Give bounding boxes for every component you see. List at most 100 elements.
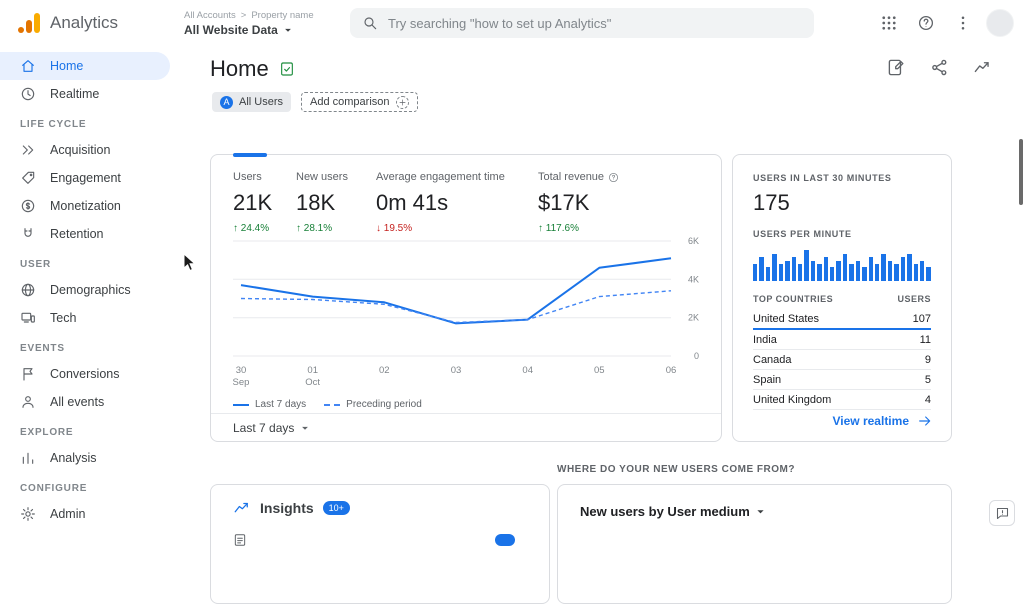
comparison-chips: A All Users Add comparison — [212, 92, 418, 112]
users-per-minute-bar — [791, 257, 796, 281]
users-per-minute-bar — [830, 267, 835, 281]
country-row[interactable]: Spain 5 — [753, 370, 931, 390]
metric-users[interactable]: Users 21K ↑ 24.4% — [233, 171, 296, 234]
user-avatar[interactable] — [986, 9, 1014, 37]
metric-label: Average engagement time — [376, 171, 505, 183]
insights-count-badge: 10+ — [322, 501, 350, 515]
sidebar-item-admin[interactable]: Admin — [0, 500, 170, 528]
sidebar-item-conversions[interactable]: Conversions — [0, 360, 170, 388]
sidebar-item-label: Retention — [50, 227, 104, 241]
svg-text:Sep: Sep — [233, 377, 249, 388]
share-icon[interactable] — [930, 58, 949, 77]
search-input[interactable] — [388, 15, 802, 31]
sidebar-item-monetization[interactable]: Monetization — [0, 192, 170, 220]
svg-text:30: 30 — [236, 365, 247, 376]
sidebar-item-label: Home — [50, 59, 84, 73]
insight-list-item[interactable] — [233, 533, 527, 547]
metrics-row: Users 21K ↑ 24.4% New users 18K ↑ 28.1% … — [233, 171, 619, 234]
metric-value: 21K — [233, 190, 273, 215]
legend-last-7-days: Last 7 days — [233, 399, 306, 410]
analytics-logo[interactable]: Analytics — [0, 13, 184, 33]
users-per-minute-bar — [926, 267, 931, 281]
property-selector[interactable]: All Website Data — [184, 23, 314, 37]
svg-text:2K: 2K — [688, 313, 699, 323]
insight-item-icon — [234, 534, 246, 546]
logo-mid-bar — [26, 20, 32, 33]
sidebar-item-engagement[interactable]: Engagement — [0, 164, 170, 192]
sidebar-item-label: Conversions — [50, 367, 120, 381]
metric-new-users[interactable]: New users 18K ↑ 28.1% — [296, 171, 376, 234]
sidebar-section-label: USER — [20, 259, 51, 270]
new-users-card: New users by User medium — [557, 484, 952, 604]
users-per-minute-label: USERS PER MINUTE — [753, 229, 852, 239]
country-name: Canada — [753, 354, 792, 366]
sidebar-item-retention[interactable]: Retention — [0, 220, 170, 248]
sidebar-item-home[interactable]: Home — [0, 52, 170, 80]
sidebar-item-all-events[interactable]: All events — [0, 388, 170, 416]
sidebar-section-label: EVENTS — [20, 343, 65, 354]
acquisition-icon — [22, 145, 34, 155]
chevron-down-icon — [302, 426, 309, 430]
customize-report-icon[interactable] — [887, 58, 906, 77]
chevron-down-icon — [284, 28, 291, 32]
sidebar-item-label: Engagement — [50, 171, 121, 185]
sidebar-item-tech[interactable]: Tech — [0, 304, 170, 332]
sidebar-item-label: All events — [50, 395, 105, 409]
users-line-chart[interactable]: 0 2K 4K 6K 30Sep 01Oct 02 03 04 05 06 — [233, 235, 701, 391]
logo-tall-bar — [34, 13, 40, 33]
help-button[interactable] — [912, 9, 940, 37]
sidebar-item-analysis[interactable]: Analysis — [0, 444, 170, 472]
overview-report-card: Users 21K ↑ 24.4% New users 18K ↑ 28.1% … — [210, 153, 722, 442]
svg-text:04: 04 — [522, 365, 533, 376]
country-users: 11 — [919, 334, 931, 346]
users-per-minute-bar — [765, 267, 771, 281]
svg-text:01: 01 — [307, 365, 318, 376]
search-bar[interactable] — [350, 8, 814, 38]
users-per-minute-bar — [887, 260, 893, 281]
users-per-minute-bar — [868, 257, 874, 281]
sidebar-section-label: EXPLORE — [20, 427, 74, 438]
users-last-30-label: USERS IN LAST 30 MINUTES — [753, 173, 892, 183]
country-row[interactable]: Canada 9 — [753, 350, 931, 370]
more-options-button[interactable] — [949, 9, 977, 37]
page-title: Home — [210, 56, 269, 81]
country-row[interactable]: United States 107 — [753, 309, 931, 330]
date-range-selector[interactable]: Last 7 days — [211, 413, 721, 441]
country-row[interactable]: United Kingdom 4 — [753, 390, 931, 410]
more-vertical-icon — [961, 16, 965, 30]
insights-icon[interactable] — [973, 58, 992, 77]
metric-value: $17K — [538, 190, 590, 215]
info-icon[interactable] — [608, 172, 619, 183]
apps-grid-button[interactable] — [875, 9, 903, 37]
metric-label: Total revenue — [538, 171, 619, 183]
users-per-minute-bar — [778, 264, 784, 281]
insights-header[interactable]: Insights 10+ — [233, 499, 527, 517]
add-comparison-chip[interactable]: Add comparison — [301, 92, 418, 112]
sidebar-item-demographics[interactable]: Demographics — [0, 276, 170, 304]
users-per-minute-bar — [907, 253, 912, 281]
page-scrollbar[interactable] — [1019, 139, 1023, 205]
demographics-icon — [21, 283, 35, 297]
breadcrumb-property: Property name — [251, 9, 314, 21]
insights-card: Insights 10+ — [210, 484, 550, 604]
sidebar-item-label: Realtime — [50, 87, 100, 101]
users-per-minute-bar — [810, 260, 816, 281]
country-users: 4 — [924, 394, 931, 406]
conversions-icon — [23, 368, 33, 381]
metric-total-revenue[interactable]: Total revenue $17K ↑ 117.6% — [538, 171, 619, 234]
users-per-minute-bar — [772, 253, 777, 281]
metric-avg-engagement-time[interactable]: Average engagement time 0m 41s ↓ 19.5% — [376, 171, 538, 234]
country-row[interactable]: India 11 — [753, 330, 931, 350]
users-per-minute-bar — [900, 257, 906, 281]
sidebar-item-acquisition[interactable]: Acquisition — [0, 136, 170, 164]
view-realtime-link[interactable]: View realtime — [833, 413, 934, 429]
users-per-minute-bar — [855, 260, 861, 281]
users-per-minute-bar — [875, 264, 880, 281]
metric-value: 18K — [296, 190, 336, 215]
new-users-dimension-selector[interactable]: New users by User medium — [580, 504, 929, 519]
users-per-minute-chart[interactable] — [753, 247, 931, 281]
sidebar-item-realtime[interactable]: Realtime — [0, 80, 170, 108]
all-users-chip[interactable]: A All Users — [212, 92, 292, 112]
feedback-button[interactable] — [989, 500, 1015, 526]
sidebar-item-label: Demographics — [50, 283, 131, 297]
